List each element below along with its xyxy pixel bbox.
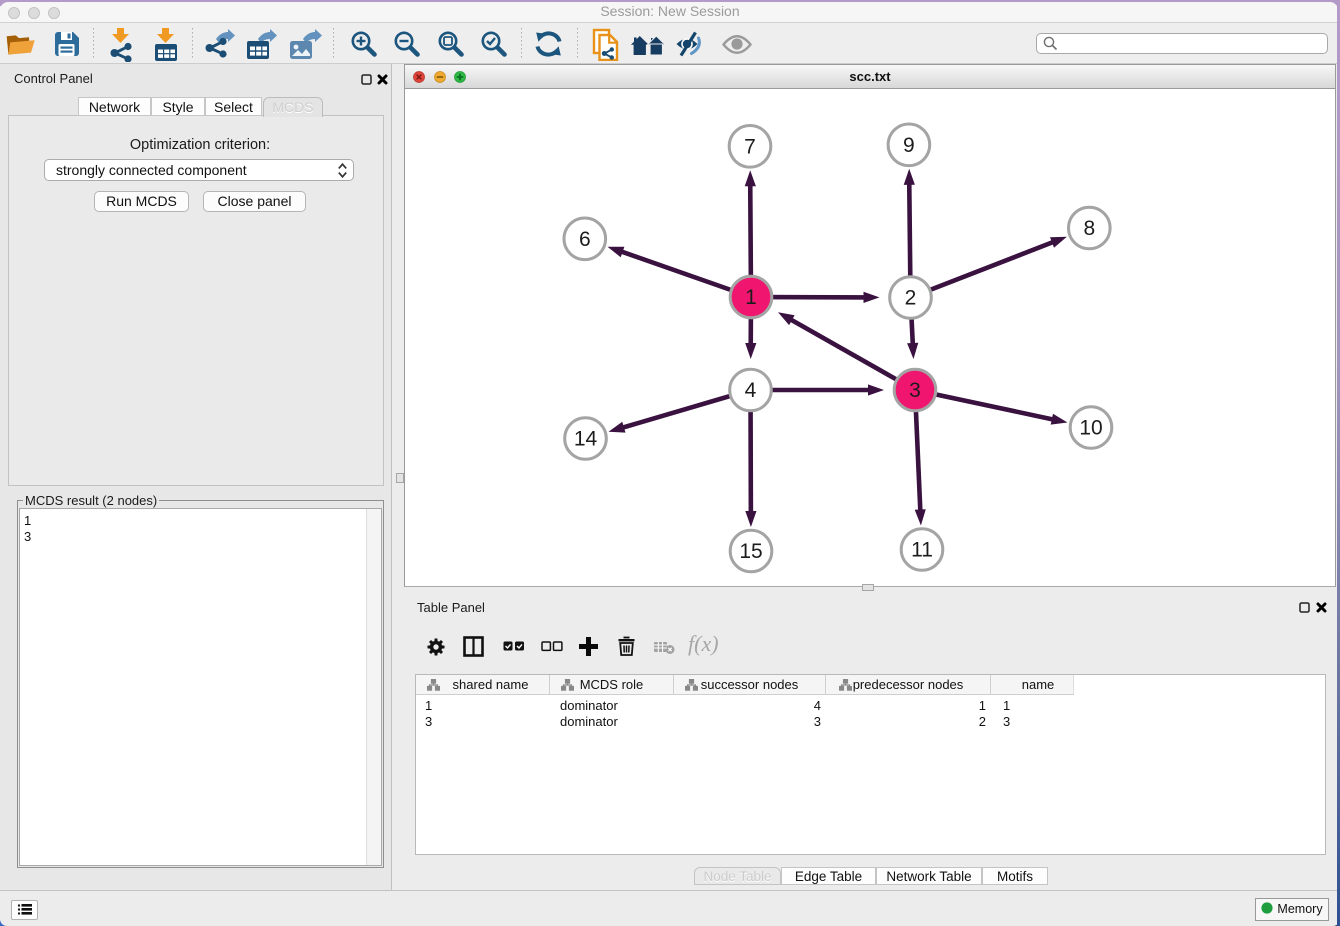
svg-text:14: 14 bbox=[574, 428, 598, 451]
svg-text:3: 3 bbox=[909, 379, 921, 402]
svg-text:15: 15 bbox=[739, 540, 762, 563]
svg-text:7: 7 bbox=[744, 135, 756, 158]
svg-text:10: 10 bbox=[1079, 417, 1102, 440]
svg-text:6: 6 bbox=[579, 228, 591, 251]
svg-text:4: 4 bbox=[745, 379, 757, 402]
svg-text:9: 9 bbox=[903, 134, 915, 157]
svg-text:11: 11 bbox=[911, 539, 933, 562]
svg-text:1: 1 bbox=[745, 286, 757, 309]
svg-text:2: 2 bbox=[905, 287, 917, 310]
svg-text:8: 8 bbox=[1083, 217, 1095, 240]
